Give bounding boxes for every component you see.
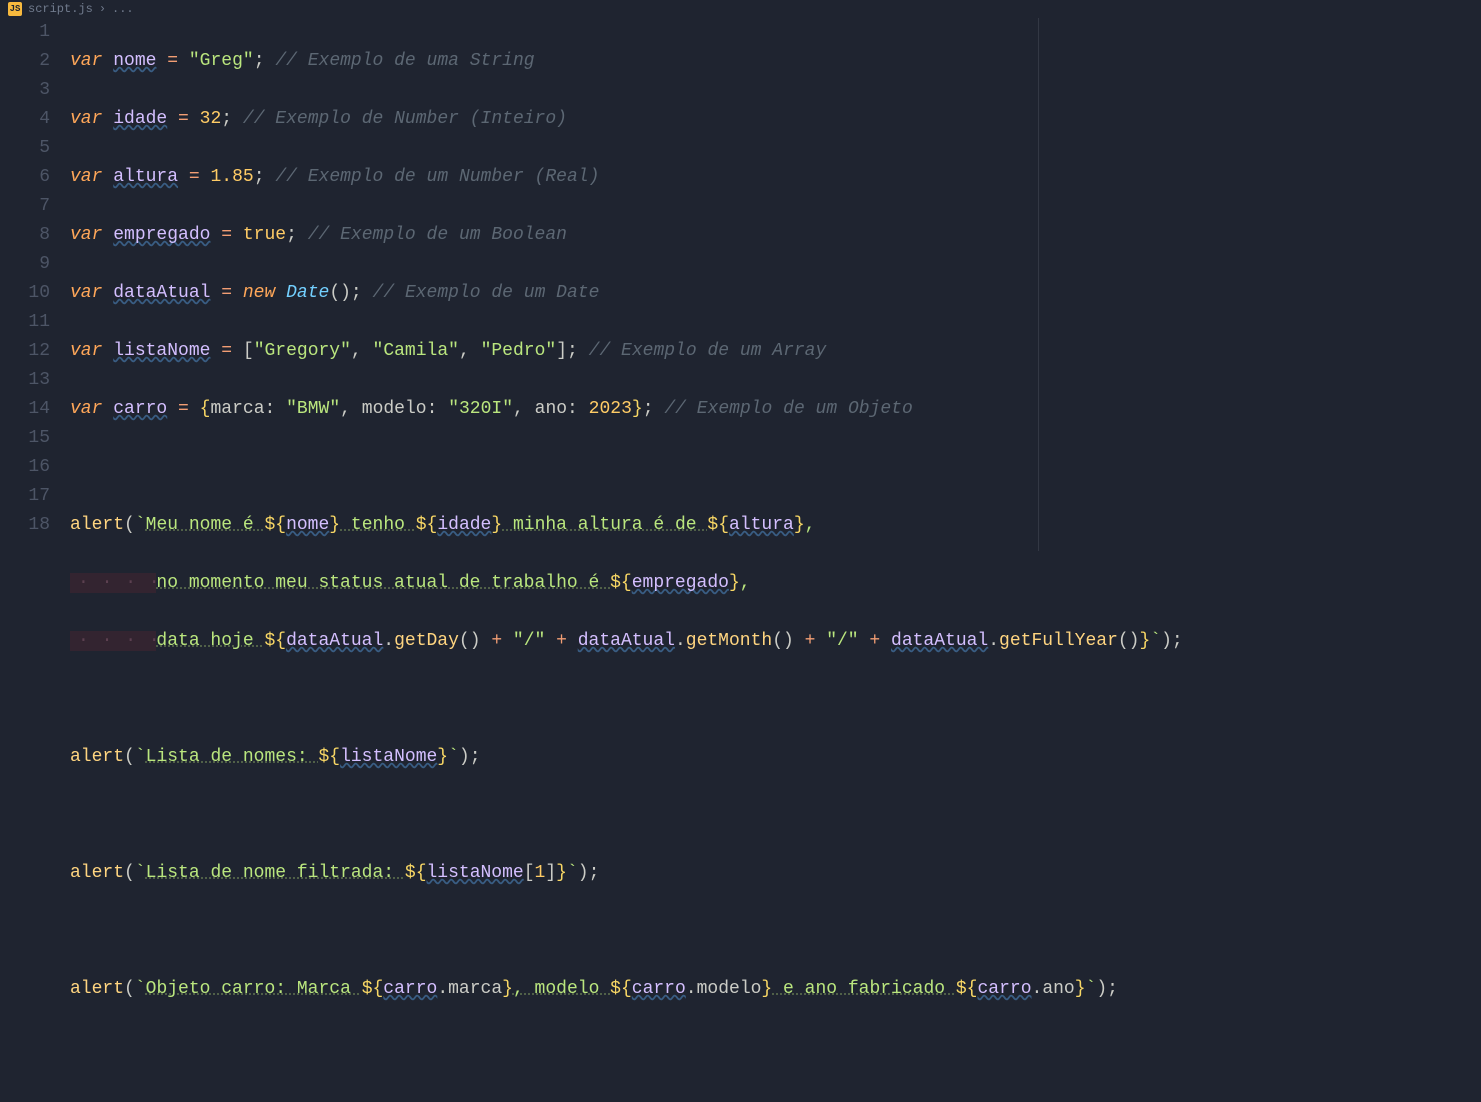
code-line-2[interactable]: var idade = 32; // Exemplo de Number (In…: [70, 105, 1481, 134]
line-number: 11: [0, 308, 50, 337]
line-number: 7: [0, 192, 50, 221]
line-number: 6: [0, 163, 50, 192]
line-number: 17: [0, 482, 50, 511]
code-line-13[interactable]: alert(`Lista de nomes: ${listaNome}`);: [70, 743, 1481, 772]
code-line-17[interactable]: alert(`Objeto carro: Marca ${carro.marca…: [70, 975, 1481, 1004]
code-editor[interactable]: 1 2 3 4 5 6 7 8 9 10 11 12 13 14 15 16 1…: [0, 18, 1481, 1102]
line-number: 2: [0, 47, 50, 76]
code-line-1[interactable]: var nome = "Greg"; // Exemplo de uma Str…: [70, 47, 1481, 76]
code-line-16[interactable]: [70, 917, 1481, 946]
line-number: 8: [0, 221, 50, 250]
line-number: 9: [0, 250, 50, 279]
code-line-6[interactable]: var listaNome = ["Gregory", "Camila", "P…: [70, 337, 1481, 366]
code-line-9[interactable]: alert(`Meu nome é ${nome} tenho ${idade}…: [70, 511, 1481, 540]
line-number: 10: [0, 279, 50, 308]
code-line-7[interactable]: var carro = {marca: "BMW", modelo: "320I…: [70, 395, 1481, 424]
line-number: 15: [0, 424, 50, 453]
code-line-12[interactable]: [70, 685, 1481, 714]
line-number: 3: [0, 76, 50, 105]
code-line-4[interactable]: var empregado = true; // Exemplo de um B…: [70, 221, 1481, 250]
code-line-18[interactable]: [70, 1033, 1481, 1062]
breadcrumb[interactable]: JS script.js › ...: [0, 0, 1481, 18]
line-number: 4: [0, 105, 50, 134]
breadcrumb-separator: ›: [99, 2, 106, 16]
code-line-10[interactable]: no momento meu status atual de trabalho …: [70, 569, 1481, 598]
code-area[interactable]: var nome = "Greg"; // Exemplo de uma Str…: [70, 18, 1481, 1102]
breadcrumb-file[interactable]: script.js: [28, 2, 93, 16]
code-line-14[interactable]: [70, 801, 1481, 830]
code-line-15[interactable]: alert(`Lista de nome filtrada: ${listaNo…: [70, 859, 1481, 888]
line-number: 13: [0, 366, 50, 395]
line-number: 5: [0, 134, 50, 163]
line-number: 12: [0, 337, 50, 366]
line-number: 14: [0, 395, 50, 424]
code-line-3[interactable]: var altura = 1.85; // Exemplo de um Numb…: [70, 163, 1481, 192]
js-file-icon: JS: [8, 2, 22, 16]
code-line-11[interactable]: data hoje ${dataAtual.getDay() + "/" + d…: [70, 627, 1481, 656]
line-number: 1: [0, 18, 50, 47]
breadcrumb-trail[interactable]: ...: [112, 2, 134, 16]
line-number: 16: [0, 453, 50, 482]
line-number: 18: [0, 511, 50, 540]
line-number-gutter: 1 2 3 4 5 6 7 8 9 10 11 12 13 14 15 16 1…: [0, 18, 70, 1102]
code-line-8[interactable]: [70, 453, 1481, 482]
code-line-5[interactable]: var dataAtual = new Date(); // Exemplo d…: [70, 279, 1481, 308]
